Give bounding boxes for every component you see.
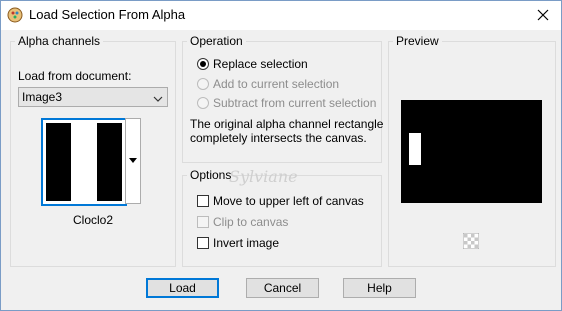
subtract-selection-radio[interactable]	[197, 97, 209, 109]
replace-selection-label[interactable]: Replace selection	[213, 57, 308, 71]
alpha-channel-thumbnail[interactable]	[41, 118, 127, 206]
invert-image-label[interactable]: Invert image	[213, 236, 279, 250]
thumbnail-white-band	[71, 123, 97, 201]
help-button[interactable]: Help	[343, 278, 416, 298]
title-bar[interactable]: Load Selection From Alpha	[1, 1, 561, 30]
replace-selection-radio[interactable]	[197, 58, 209, 70]
clip-to-canvas-checkbox[interactable]	[197, 216, 209, 228]
preview-selection	[409, 133, 421, 165]
alpha-channels-legend: Alpha channels	[15, 34, 104, 48]
preview-canvas	[401, 100, 542, 203]
paintshop-app-icon	[7, 7, 23, 23]
close-button[interactable]	[531, 4, 555, 26]
preview-legend: Preview	[393, 34, 442, 48]
load-button-label: Load	[169, 281, 196, 295]
watermark-signature: Sylviane	[229, 167, 298, 186]
document-select-value: Image3	[22, 90, 63, 104]
operation-legend: Operation	[187, 34, 246, 48]
options-legend: Options	[187, 168, 235, 182]
triangle-down-icon	[129, 158, 137, 163]
subtract-selection-label[interactable]: Subtract from current selection	[213, 96, 376, 110]
add-selection-radio[interactable]	[197, 78, 209, 90]
load-from-document-label: Load from document:	[18, 69, 132, 83]
add-selection-label[interactable]: Add to current selection	[213, 77, 339, 91]
move-upper-left-checkbox[interactable]	[197, 195, 209, 207]
channel-name-label: Cloclo2	[73, 213, 114, 227]
cancel-button-label: Cancel	[263, 281, 302, 295]
chevron-down-icon	[153, 92, 163, 106]
thumbnail-image	[46, 123, 122, 201]
operation-message-line2: completely intersects the canvas.	[190, 131, 367, 145]
radio-selected-dot	[200, 61, 206, 67]
dialog-window: Load Selection From Alpha Alpha channels…	[0, 0, 562, 311]
checkerboard-icon[interactable]	[462, 232, 480, 252]
invert-image-checkbox[interactable]	[197, 237, 209, 249]
document-select[interactable]: Image3	[18, 87, 168, 107]
operation-message-line1: The original alpha channel rectangle	[190, 117, 384, 131]
load-button[interactable]: Load	[146, 278, 219, 298]
window-title: Load Selection From Alpha	[29, 7, 186, 22]
move-upper-left-label[interactable]: Move to upper left of canvas	[213, 194, 364, 208]
cancel-button[interactable]: Cancel	[246, 278, 319, 298]
clip-to-canvas-label[interactable]: Clip to canvas	[213, 215, 288, 229]
thumbnail-dropdown-button[interactable]	[125, 118, 141, 204]
help-button-label: Help	[367, 281, 392, 295]
close-icon	[537, 9, 549, 21]
